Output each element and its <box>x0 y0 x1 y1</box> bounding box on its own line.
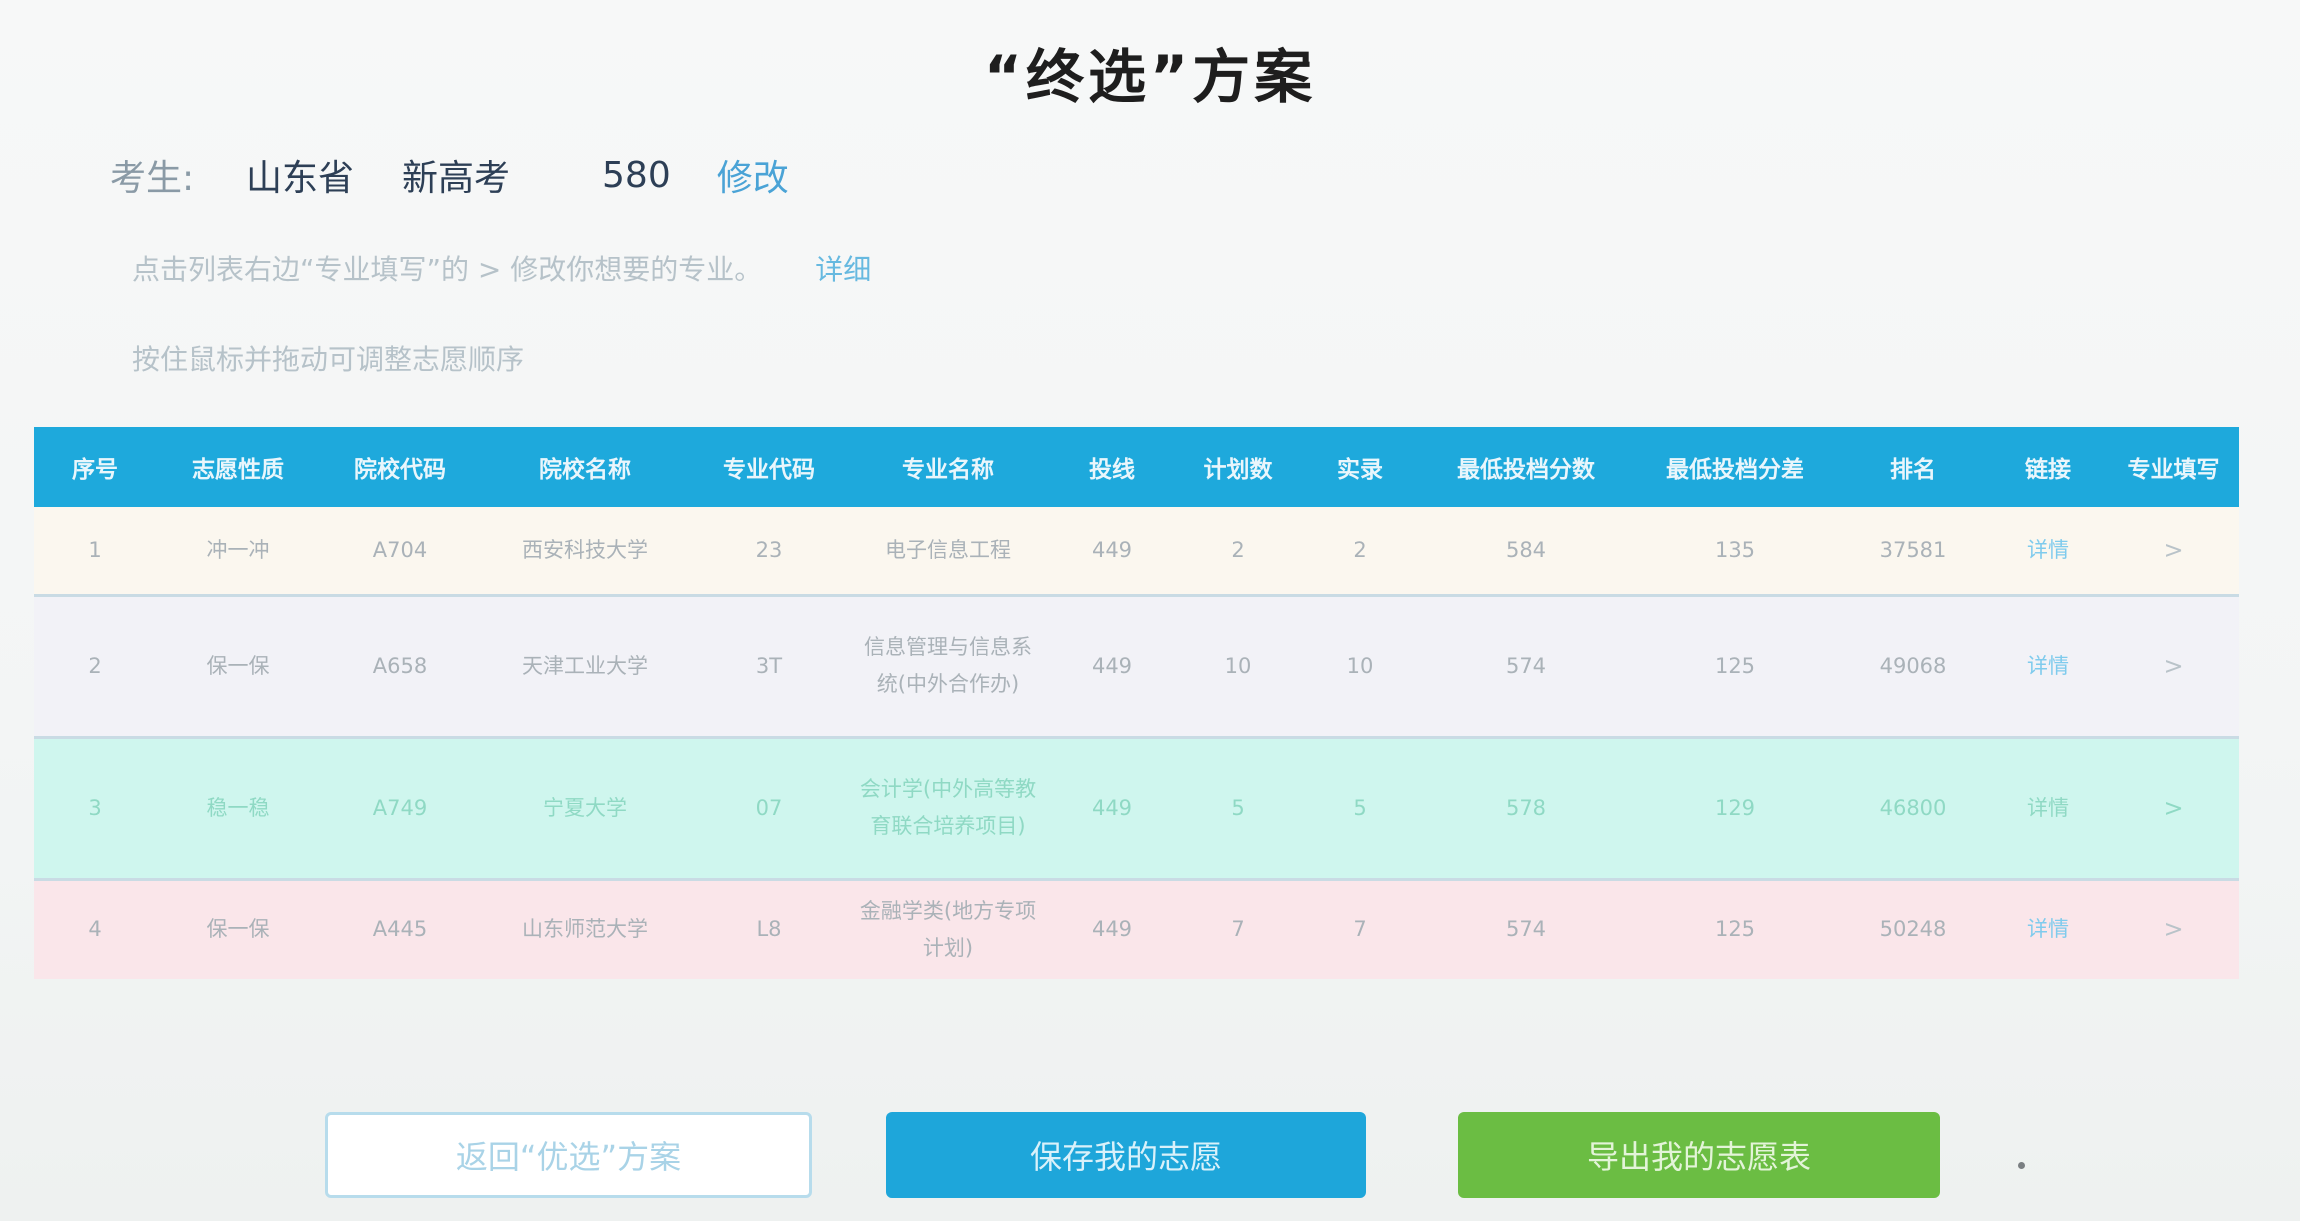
cell-plan: 7 <box>1231 917 1245 942</box>
cell-choice-type: 冲一冲 <box>206 537 270 562</box>
cell-major-code: 07 <box>755 795 783 820</box>
table-row[interactable]: 2 保一保 A658 天津工业大学 3T 信息管理与信息系统(中外合作办) 44… <box>34 595 2239 737</box>
cell-admitted: 2 <box>1353 537 1367 562</box>
cell-min-score: 574 <box>1505 917 1547 942</box>
cell-score-diff: 125 <box>1714 917 1756 942</box>
detail-link-cell[interactable]: 详情 <box>1988 737 2108 879</box>
cell-score-diff: 129 <box>1714 795 1756 820</box>
cell-plan: 10 <box>1224 653 1252 678</box>
cell-line: 449 <box>1091 917 1133 942</box>
candidate-score: 580 <box>602 154 671 196</box>
candidate-exam-mode: 新高考 <box>402 158 511 199</box>
decorative-dot <box>2018 1162 2025 1169</box>
table-header-row: 序号 志愿性质 院校代码 院校名称 专业代码 专业名称 投线 计划数 实录 最低… <box>34 427 2239 507</box>
cell-line: 449 <box>1091 537 1133 562</box>
header-index: 序号 <box>72 457 118 483</box>
cell-plan: 5 <box>1231 795 1245 820</box>
cell-major-name: 金融学类(地方专项计划) <box>859 898 1037 960</box>
cell-major-name: 信息管理与信息系统(中外合作办) <box>864 635 1032 696</box>
cell-choice-type: 稳一稳 <box>206 795 270 820</box>
header-choice-type: 志愿性质 <box>192 457 284 483</box>
detail-link-cell[interactable]: 详情 <box>1988 595 2108 737</box>
detail-link[interactable]: 详细 <box>815 253 871 286</box>
cell-min-score: 578 <box>1505 795 1547 820</box>
cell-choice-type: 保一保 <box>206 917 270 942</box>
cell-major-name: 会计学(中外高等教育联合培养项目) <box>859 777 1037 838</box>
chevron-right-icon[interactable]: > <box>2108 737 2239 879</box>
cell-rank: 46800 <box>1879 795 1947 820</box>
export-choices-button[interactable]: 导出我的志愿表 <box>1458 1112 1940 1198</box>
choices-table: 序号 志愿性质 院校代码 院校名称 专业代码 专业名称 投线 计划数 实录 最低… <box>34 427 2239 979</box>
instruction-tip: 点击列表右边“专业填写”的 > 修改你想要的专业。 详细 <box>132 248 871 288</box>
cell-major-code: 3T <box>755 653 783 678</box>
cell-index: 1 <box>88 537 102 562</box>
cell-school-name: 天津工业大学 <box>522 653 648 678</box>
chevron-right-icon[interactable]: > <box>2108 595 2239 737</box>
table-row[interactable]: 1 冲一冲 A704 西安科技大学 23 电子信息工程 449 2 2 584 … <box>34 507 2239 595</box>
header-link: 链接 <box>2025 457 2071 483</box>
cell-school-code: A704 <box>372 537 428 562</box>
cell-rank: 49068 <box>1879 653 1947 678</box>
header-plan: 计划数 <box>1203 457 1273 483</box>
cell-school-code: A445 <box>372 917 428 942</box>
header-school-name: 院校名称 <box>539 457 631 483</box>
cell-major-name: 电子信息工程 <box>885 537 1011 562</box>
cell-score-diff: 135 <box>1714 537 1756 562</box>
header-min-score: 最低投档分数 <box>1457 457 1595 483</box>
header-line: 投线 <box>1089 457 1135 483</box>
save-choices-button[interactable]: 保存我的志愿 <box>886 1112 1366 1198</box>
edit-candidate-link[interactable]: 修改 <box>717 149 789 201</box>
cell-school-code: A749 <box>372 795 428 820</box>
header-school-code: 院校代码 <box>354 457 446 483</box>
cell-plan: 2 <box>1231 537 1245 562</box>
cell-rank: 37581 <box>1879 537 1947 562</box>
chevron-right-icon[interactable]: > <box>2108 507 2239 595</box>
candidate-info: 考生: 山东省 新高考 580 修改 <box>110 150 789 200</box>
detail-link-cell[interactable]: 详情 <box>1988 879 2108 979</box>
cell-rank: 50248 <box>1879 917 1947 942</box>
table-row[interactable]: 3 稳一稳 A749 宁夏大学 07 会计学(中外高等教育联合培养项目) 449… <box>34 737 2239 879</box>
cell-min-score: 584 <box>1505 537 1547 562</box>
instruction-text: 点击列表右边“专业填写”的 > 修改你想要的专业。 <box>132 253 763 286</box>
cell-major-code: L8 <box>756 917 782 942</box>
cell-index: 4 <box>88 917 102 942</box>
cell-index: 2 <box>88 653 102 678</box>
page-title: “终选”方案 <box>983 43 1317 111</box>
cell-score-diff: 125 <box>1714 653 1756 678</box>
table-row[interactable]: 4 保一保 A445 山东师范大学 L8 金融学类(地方专项计划) 449 7 … <box>34 879 2239 979</box>
cell-index: 3 <box>88 795 102 820</box>
header-major-name: 专业名称 <box>902 457 994 483</box>
detail-link-cell[interactable]: 详情 <box>1988 507 2108 595</box>
header-rank: 排名 <box>1890 457 1936 483</box>
page: “终选”方案 考生: 山东省 新高考 580 修改 点击列表右边“专业填写”的 … <box>0 0 2300 1221</box>
cell-school-name: 西安科技大学 <box>522 537 648 562</box>
header-admitted: 实录 <box>1337 457 1383 483</box>
cell-admitted: 10 <box>1346 653 1374 678</box>
cell-school-name: 宁夏大学 <box>543 795 627 820</box>
cell-major-code: 23 <box>755 537 783 562</box>
header-major-code: 专业代码 <box>723 457 815 483</box>
cell-school-name: 山东师范大学 <box>522 917 648 942</box>
candidate-label: 考生: <box>110 158 195 199</box>
cell-min-score: 574 <box>1505 653 1547 678</box>
header-major-fill: 专业填写 <box>2127 457 2220 483</box>
cell-admitted: 7 <box>1353 917 1367 942</box>
drag-tip: 按住鼠标并拖动可调整志愿顺序 <box>132 343 525 376</box>
cell-line: 449 <box>1091 795 1133 820</box>
cell-school-code: A658 <box>372 653 428 678</box>
cell-line: 449 <box>1091 653 1133 678</box>
candidate-province: 山东省 <box>246 158 355 199</box>
cell-admitted: 5 <box>1353 795 1367 820</box>
cell-choice-type: 保一保 <box>206 653 270 678</box>
chevron-right-icon[interactable]: > <box>2108 879 2239 979</box>
back-to-preferred-plan-button[interactable]: 返回“优选”方案 <box>325 1112 812 1198</box>
header-score-diff: 最低投档分差 <box>1666 457 1804 483</box>
